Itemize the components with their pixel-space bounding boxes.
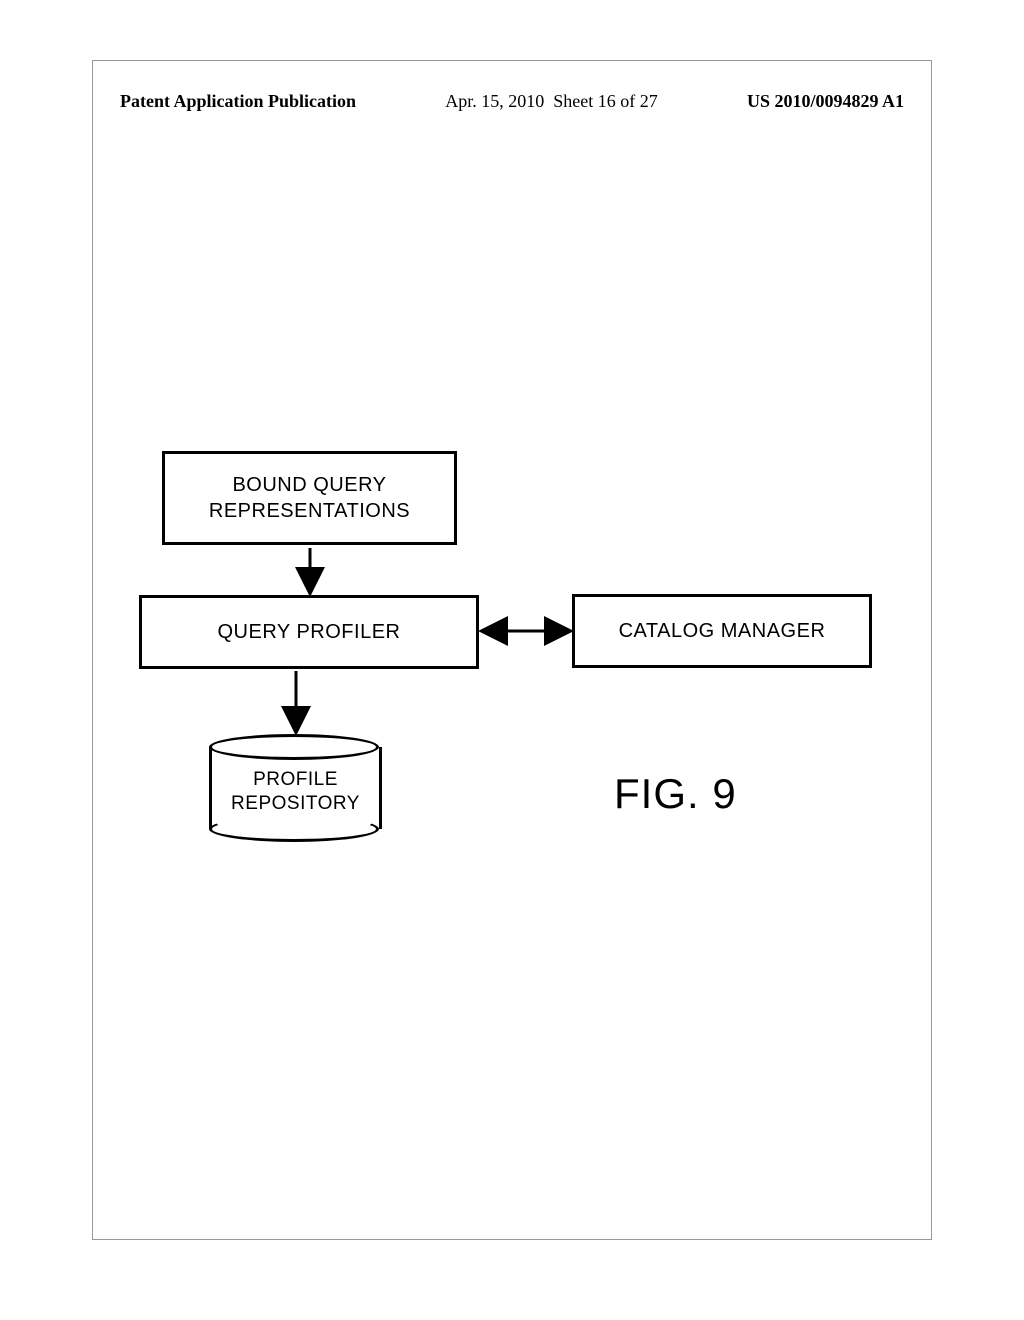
cylinder-profile-repository: PROFILE REPOSITORY xyxy=(209,736,383,844)
arrow-profiler-catalog-bidir xyxy=(0,0,1024,1320)
cylinder-bottom xyxy=(209,816,379,842)
cylinder-label: PROFILE REPOSITORY xyxy=(209,768,382,816)
cylinder-top xyxy=(209,734,379,760)
figure-label: FIG. 9 xyxy=(614,770,737,818)
